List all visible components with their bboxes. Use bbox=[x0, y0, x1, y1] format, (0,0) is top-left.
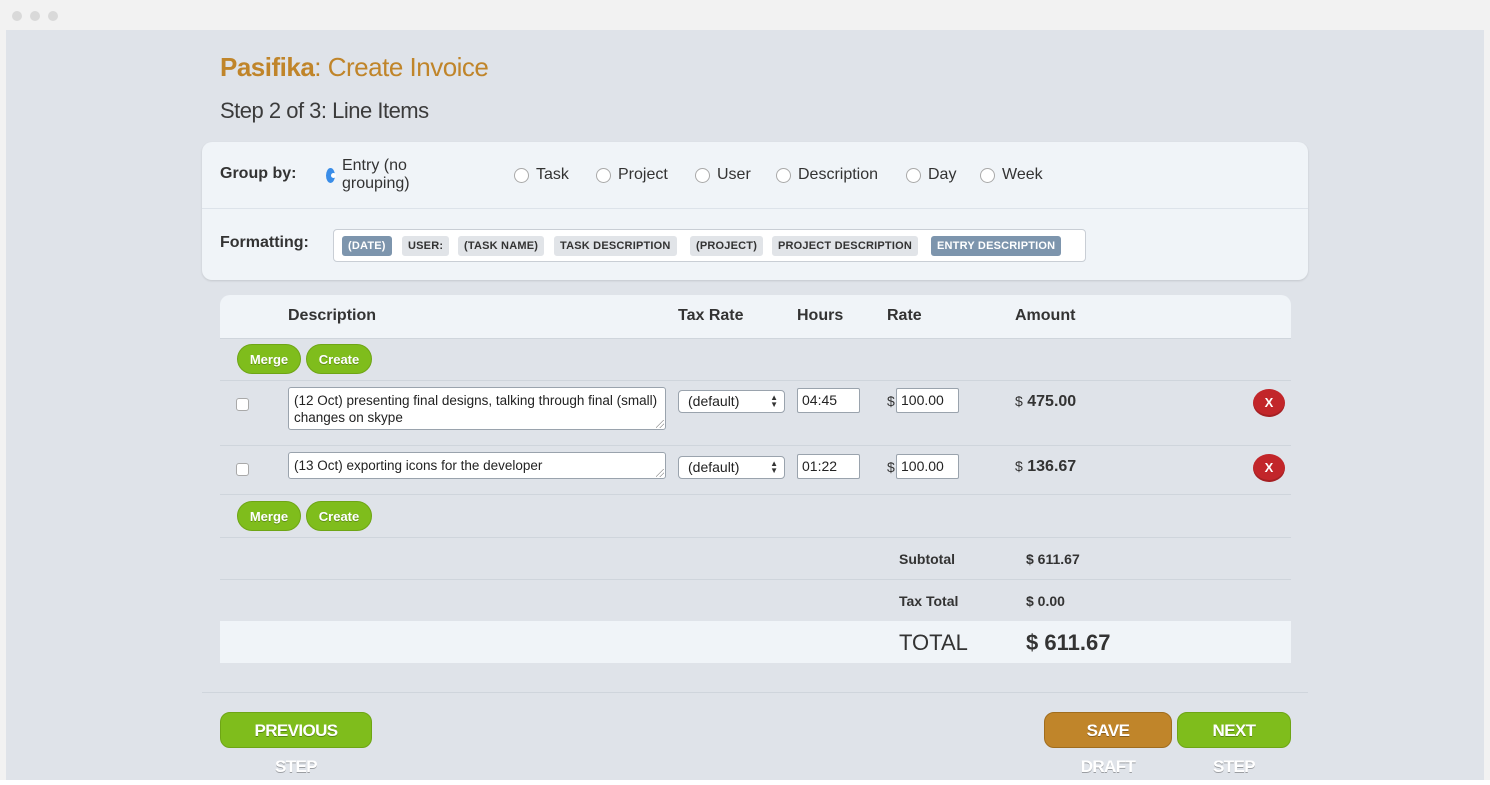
amount-currency: $ bbox=[1015, 458, 1023, 474]
tax-total-value: $ 0.00 bbox=[1026, 593, 1065, 609]
column-header-tax-rate: Tax Rate bbox=[678, 307, 744, 324]
radio-icon[interactable] bbox=[906, 167, 921, 183]
page-viewport: Pasifika: Create Invoice Step 2 of 3: Li… bbox=[6, 30, 1484, 780]
table-header: Description Tax Rate Hours Rate Amount bbox=[220, 295, 1291, 338]
remove-row-button[interactable]: X bbox=[1253, 389, 1285, 417]
group-by-option-week[interactable]: Week bbox=[980, 164, 1043, 186]
radio-label: User bbox=[717, 166, 751, 183]
format-tag-entry-description[interactable]: ENTRY DESCRIPTION bbox=[931, 236, 1062, 256]
rate-currency: $ bbox=[887, 459, 895, 475]
row-amount: $ 136.67 bbox=[1015, 458, 1076, 476]
description-textarea[interactable]: (13 Oct) exporting icons for the develop… bbox=[288, 452, 666, 479]
window-close-dot[interactable] bbox=[12, 11, 22, 21]
format-tag-project-description[interactable]: PROJECT DESCRIPTION bbox=[772, 236, 918, 256]
description-text: (13 Oct) exporting icons for the develop… bbox=[294, 458, 543, 473]
remove-row-button[interactable]: X bbox=[1253, 454, 1285, 482]
row-divider bbox=[220, 338, 1291, 339]
browser-window: Pasifika: Create Invoice Step 2 of 3: Li… bbox=[0, 0, 1490, 780]
group-by-label: Group by: bbox=[220, 165, 297, 182]
brand-name: Pasifika bbox=[220, 52, 315, 82]
radio-label: Project bbox=[618, 166, 668, 183]
format-tag-user[interactable]: USER: bbox=[402, 236, 450, 256]
radio-label: Description bbox=[798, 166, 879, 183]
column-header-hours: Hours bbox=[797, 307, 844, 324]
create-button-bottom[interactable]: Create bbox=[306, 501, 372, 531]
column-header-amount: Amount bbox=[1015, 307, 1076, 324]
footer-divider bbox=[202, 692, 1308, 693]
create-button-top[interactable]: Create bbox=[306, 344, 372, 374]
row-amount: $ 475.00 bbox=[1015, 393, 1076, 411]
subtotal-label: Subtotal bbox=[899, 551, 955, 567]
hours-input[interactable]: 01:22 bbox=[797, 454, 860, 479]
rate-input[interactable]: 100.00 bbox=[896, 454, 959, 479]
description-text: (12 Oct) presenting final designs, talki… bbox=[294, 393, 658, 425]
group-by-option-description[interactable]: Description bbox=[776, 164, 878, 186]
amount-currency: $ bbox=[1015, 393, 1023, 409]
total-row: TOTAL $ 611.67 bbox=[220, 621, 1291, 663]
row-divider bbox=[220, 380, 1291, 381]
resize-grip-icon[interactable] bbox=[656, 420, 664, 428]
group-by-option-task[interactable]: Task bbox=[514, 164, 569, 186]
format-tag-task-description[interactable]: TASK DESCRIPTION bbox=[554, 236, 677, 256]
tax-rate-select[interactable]: (default) ▲ ▼ bbox=[678, 390, 785, 413]
total-value: $ 611.67 bbox=[1026, 630, 1111, 655]
window-zoom-dot[interactable] bbox=[48, 11, 58, 21]
hours-input[interactable]: 04:45 bbox=[797, 388, 860, 413]
format-tag-project[interactable]: (PROJECT) bbox=[690, 236, 764, 256]
save-draft-button[interactable]: SAVE DRAFT bbox=[1044, 712, 1172, 776]
radio-icon[interactable] bbox=[776, 167, 791, 183]
row-divider bbox=[220, 537, 1291, 538]
tax-total-label: Tax Total bbox=[899, 593, 959, 609]
previous-step-button[interactable]: PREVIOUS STEP bbox=[220, 712, 372, 776]
options-panel: Group by: Entry (no grouping) Task Proje… bbox=[202, 142, 1308, 280]
page-title-suffix: : Create Invoice bbox=[314, 52, 489, 82]
group-by-option-entry[interactable]: Entry (no grouping) bbox=[326, 157, 416, 192]
merge-button-top[interactable]: Merge bbox=[237, 344, 301, 374]
radio-label: Entry (no grouping) bbox=[341, 157, 410, 192]
radio-icon[interactable] bbox=[596, 167, 611, 183]
select-arrows-icon: ▲ ▼ bbox=[770, 393, 778, 409]
rate-input[interactable]: 100.00 bbox=[896, 388, 959, 413]
tax-rate-value: (default) bbox=[688, 459, 740, 475]
formatting-label: Formatting: bbox=[220, 234, 309, 251]
radio-selected-icon[interactable] bbox=[326, 167, 336, 183]
subtotal-value: $ 611.67 bbox=[1026, 551, 1080, 567]
formatting-tag-field[interactable]: (DATE) USER: (TASK NAME) TASK DESCRIPTIO… bbox=[333, 229, 1086, 262]
rate-currency: $ bbox=[887, 393, 895, 409]
window-minimize-dot[interactable] bbox=[30, 11, 40, 21]
window-titlebar bbox=[0, 0, 1490, 30]
format-tag-date[interactable]: (DATE) bbox=[342, 236, 392, 256]
row-divider bbox=[220, 579, 1291, 580]
row-select-checkbox[interactable] bbox=[236, 463, 249, 476]
step-indicator: Step 2 of 3: Line Items bbox=[220, 98, 429, 123]
next-step-button[interactable]: NEXT STEP bbox=[1177, 712, 1291, 776]
group-by-option-project[interactable]: Project bbox=[596, 164, 668, 186]
page-title: Pasifika: Create Invoice bbox=[220, 52, 489, 83]
radio-icon[interactable] bbox=[695, 167, 710, 183]
radio-icon[interactable] bbox=[514, 167, 529, 183]
row-select-checkbox[interactable] bbox=[236, 398, 249, 411]
group-by-option-user[interactable]: User bbox=[695, 164, 751, 186]
merge-button-bottom[interactable]: Merge bbox=[237, 501, 301, 531]
amount-value: 475.00 bbox=[1027, 393, 1077, 410]
radio-label: Week bbox=[1002, 166, 1043, 183]
row-divider bbox=[220, 494, 1291, 495]
radio-label: Day bbox=[928, 166, 957, 183]
description-textarea[interactable]: (12 Oct) presenting final designs, talki… bbox=[288, 387, 666, 430]
radio-icon[interactable] bbox=[980, 167, 995, 183]
tax-rate-select[interactable]: (default) ▲ ▼ bbox=[678, 456, 785, 479]
radio-label: Task bbox=[536, 166, 569, 183]
group-by-option-day[interactable]: Day bbox=[906, 164, 956, 186]
line-items-table: Description Tax Rate Hours Rate Amount M… bbox=[220, 295, 1291, 663]
row-divider bbox=[220, 445, 1291, 446]
select-arrows-icon: ▲ ▼ bbox=[770, 459, 778, 475]
amount-value: 136.67 bbox=[1027, 458, 1077, 475]
column-header-rate: Rate bbox=[887, 307, 922, 324]
column-header-description: Description bbox=[288, 307, 377, 324]
format-tag-task-name[interactable]: (TASK NAME) bbox=[458, 236, 545, 256]
tax-rate-value: (default) bbox=[688, 393, 740, 409]
total-label: TOTAL bbox=[899, 630, 968, 655]
panel-divider bbox=[202, 208, 1308, 209]
resize-grip-icon[interactable] bbox=[656, 469, 664, 477]
